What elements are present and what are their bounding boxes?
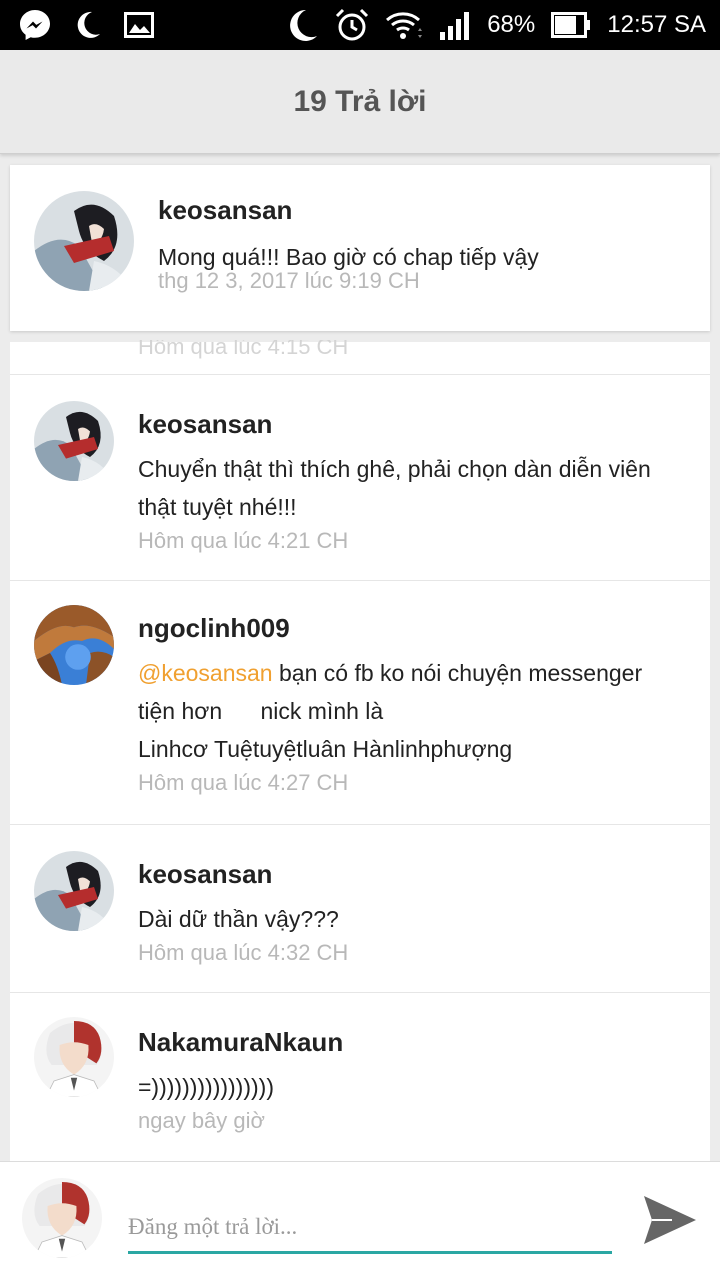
comment-time: Hôm qua lúc 4:27 CH: [138, 770, 349, 795]
list-item: NakamuraNkaun =)))))))))))))))) ngay bây…: [10, 992, 710, 1161]
messenger-icon: [18, 8, 52, 42]
comment-author[interactable]: keosansan: [138, 409, 686, 440]
comment-text: Chuyển thật thì thích ghê, phải chọn dàn…: [138, 456, 651, 520]
comment-author[interactable]: keosansan: [158, 195, 690, 226]
comment-author[interactable]: NakamuraNkaun: [138, 1027, 686, 1058]
parent-comment: keosansan Mong quá!!! Bao giờ có chap ti…: [10, 165, 710, 331]
mention-link[interactable]: @keosansan: [138, 660, 273, 686]
comment-text: =)))))))))))))))): [138, 1074, 274, 1100]
battery-percent: 68%: [487, 11, 536, 38]
wifi-icon: [385, 10, 423, 40]
avatar[interactable]: [34, 605, 114, 685]
reply-bar: [0, 1161, 720, 1280]
comment-time: ngay bây giờ: [138, 1108, 265, 1133]
comment-author[interactable]: keosansan: [138, 859, 686, 890]
list-item: keosansan Dài dữ thần vậy??? Hôm qua lúc…: [10, 824, 710, 992]
page-title: 19 Trả lời: [293, 84, 427, 118]
comment-time: Hôm qua lúc 4:32 CH: [138, 940, 349, 965]
comment-text: Dài dữ thần vậy???: [138, 906, 339, 932]
avatar[interactable]: [34, 851, 114, 931]
clock: 12:57 SA: [607, 11, 706, 38]
send-icon: [644, 1196, 696, 1244]
reply-input[interactable]: [128, 1202, 612, 1254]
status-bar: 68% 12:57 SA: [0, 0, 720, 50]
comment-time: Hôm qua lúc 4:15 CH: [138, 334, 349, 359]
signal-icon: [439, 10, 471, 40]
send-button[interactable]: [640, 1190, 700, 1250]
avatar[interactable]: [34, 1017, 114, 1097]
reply-list: Hôm qua lúc 4:15 CH keosansan Chuyển thậ…: [10, 340, 710, 1161]
alarm-icon: [335, 8, 369, 42]
list-item: ngoclinh009 @keosansan bạn có fb ko nói …: [10, 580, 710, 824]
avatar[interactable]: [34, 401, 114, 481]
app-header: 19 Trả lời: [0, 50, 720, 154]
comment-text: @keosansan bạn có fb ko nói chuyện messe…: [138, 660, 643, 762]
avatar[interactable]: [34, 191, 134, 291]
moon-icon: [285, 8, 319, 42]
avatar: [22, 1178, 102, 1258]
comments-area[interactable]: keosansan Mong quá!!! Bao giờ có chap ti…: [0, 155, 720, 1161]
comment-author[interactable]: ngoclinh009: [138, 613, 686, 644]
list-item: keosansan Chuyển thật thì thích ghê, phả…: [10, 374, 710, 580]
image-icon: [124, 12, 154, 38]
battery-icon: [551, 12, 591, 38]
comment-time: Hôm qua lúc 4:21 CH: [138, 528, 349, 553]
moon-icon: [74, 10, 102, 40]
